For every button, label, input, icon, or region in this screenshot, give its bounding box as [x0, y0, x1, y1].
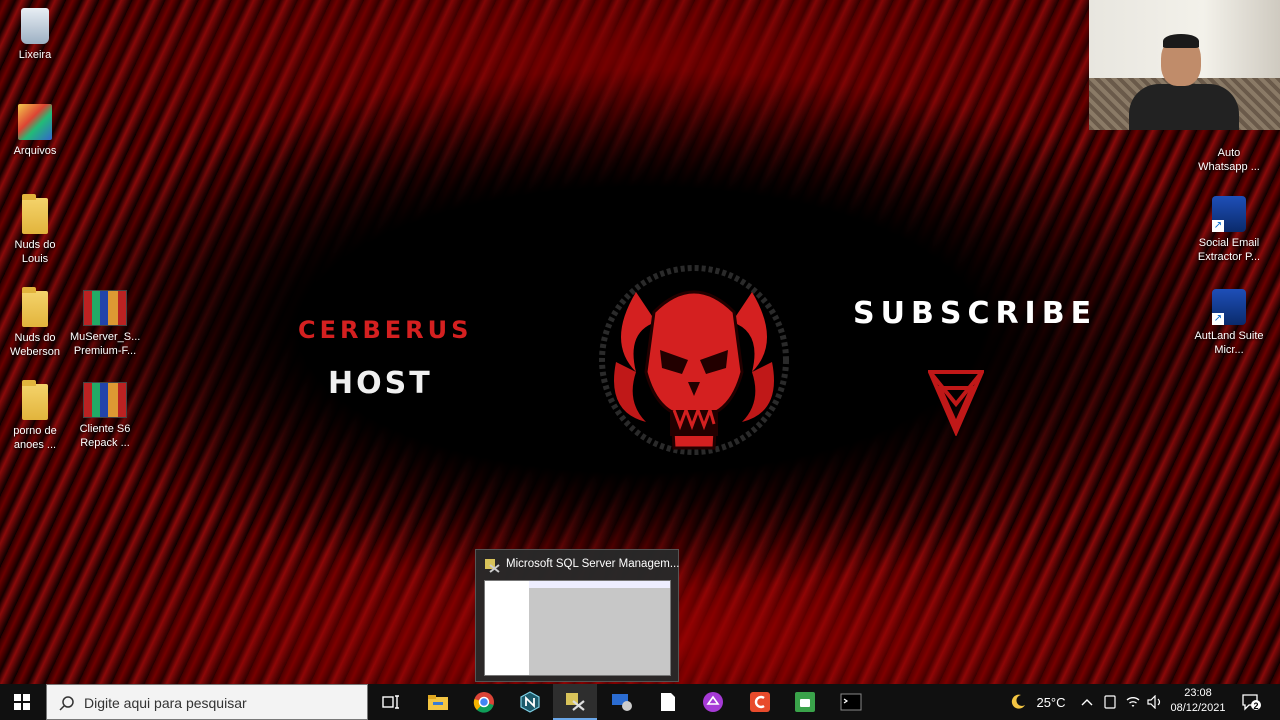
wallpaper-brand-line2: HOST: [328, 366, 433, 401]
desktop-icon-label: Nuds do Louis: [14, 239, 56, 265]
app-purple-icon: [703, 692, 723, 712]
clock-time: 23:08: [1184, 687, 1212, 699]
taskbar-search-box[interactable]: Digite aqui para pesquisar: [46, 684, 368, 720]
taskbar-app-notepad[interactable]: [646, 684, 690, 720]
task-view-icon: [382, 695, 399, 709]
weather-widget-icon-area[interactable]: [1004, 684, 1032, 720]
desktop-icon-label: porno de anoes ...: [13, 425, 57, 451]
chrome-icon: [473, 692, 494, 713]
desktop-icon-folder[interactable]: Nuds do Louis: [0, 194, 70, 266]
app-n-icon: [520, 691, 540, 713]
android-icon: [795, 692, 815, 712]
desktop-icon-autland-suite[interactable]: AutLand Suite Micr...: [1194, 289, 1264, 357]
shortcut-app-icon: [1212, 289, 1246, 325]
winrar-icon: [83, 290, 127, 326]
desktop-icon-recycle-bin[interactable]: Lixeira: [0, 8, 70, 62]
clock-date: 08/12/2021: [1170, 702, 1226, 714]
taskbar-app-terminal[interactable]: [829, 684, 873, 720]
recycle-bin-icon: [21, 8, 49, 44]
desktop-icon-auto-whatsapp[interactable]: Auto Whatsapp ...: [1194, 132, 1264, 174]
tray-network[interactable]: [1122, 684, 1144, 720]
tray-device-icon[interactable]: [1099, 684, 1121, 720]
desktop-icon-label: Arquivos: [13, 145, 57, 157]
folder-icon: [22, 194, 48, 234]
thumbnail-window-preview: [484, 580, 671, 676]
taskbar-app-android[interactable]: [783, 684, 827, 720]
terminal-icon: [840, 693, 862, 711]
desktop: Lixeira Arquivos Nuds do Louis Nuds do W…: [0, 0, 1280, 684]
desktop-icon-folder[interactable]: porno de anoes ...: [0, 380, 70, 452]
weather-temperature[interactable]: 25°C: [1032, 684, 1070, 720]
triangle-logo-icon: [928, 370, 984, 436]
desktop-icon-label: AutLand Suite Micr...: [1194, 330, 1264, 356]
search-placeholder: Digite aqui para pesquisar: [84, 695, 247, 711]
notepad-icon: [661, 693, 675, 711]
app-c-icon: [750, 692, 770, 712]
desktop-icon-label: Lixeira: [18, 49, 52, 61]
tray-volume[interactable]: [1144, 684, 1166, 720]
taskbar-app-sql-server[interactable]: [553, 684, 597, 720]
desktop-icon-arquivos[interactable]: Arquivos: [0, 104, 70, 158]
desktop-icon-folder[interactable]: Nuds do Weberson: [0, 287, 70, 359]
desktop-icon-label: Auto Whatsapp ...: [1198, 147, 1260, 173]
taskbar-app-remote-desktop[interactable]: [600, 684, 644, 720]
moon-weather-icon: [1011, 694, 1025, 709]
start-button[interactable]: [0, 684, 44, 720]
winrar-icon: [83, 382, 127, 418]
taskbar-clock[interactable]: 23:08 08/12/2021: [1166, 686, 1230, 716]
task-view-button[interactable]: [369, 684, 413, 720]
folder-icon: [22, 380, 48, 420]
notification-count-badge: 2: [1253, 701, 1259, 711]
desktop-icon-label: MuServer_S... Premium-F...: [70, 331, 141, 357]
taskbar-app-chrome[interactable]: [462, 684, 506, 720]
search-icon: [59, 696, 74, 711]
taskbar-app-n[interactable]: [508, 684, 552, 720]
taskbar-app-purple[interactable]: [691, 684, 735, 720]
wallpaper-brand-line1: CERBERUS: [298, 316, 473, 344]
folder-icon: [22, 287, 48, 327]
wifi-icon: [1126, 697, 1140, 707]
desktop-icon-label: Nuds do Weberson: [10, 332, 60, 358]
webcam-person-hair: [1163, 34, 1199, 48]
remote-desktop-icon: [612, 694, 632, 711]
sql-server-management-icon: [485, 559, 500, 573]
desktop-icon-winrar[interactable]: Cliente S6 Repack ...: [70, 382, 140, 450]
desktop-icon-winrar[interactable]: MuServer_S... Premium-F...: [70, 290, 140, 358]
chevron-up-icon: [1081, 699, 1093, 706]
sql-server-management-icon: [566, 693, 585, 711]
wallpaper-subscribe-text: SUBSCRIBE: [853, 296, 1098, 331]
taskbar-app-c[interactable]: [738, 684, 782, 720]
thumbnail-title: Microsoft SQL Server Managem...: [506, 558, 680, 570]
file-explorer-icon: [428, 695, 448, 710]
windows-logo-icon: [14, 694, 30, 710]
webcam-person-shirt: [1129, 84, 1239, 130]
taskbar-app-file-explorer[interactable]: [416, 684, 460, 720]
speaker-icon: [1147, 695, 1161, 709]
preview-object-explorer: [485, 581, 529, 675]
desktop-icon-label: Social Email Extractor P...: [1197, 237, 1261, 263]
taskbar: Digite aqui para pesquisar 25°C 23:08 08…: [0, 684, 1280, 720]
taskbar-thumbnail-preview[interactable]: Microsoft SQL Server Managem...: [475, 549, 679, 682]
webcam-overlay: [1089, 0, 1280, 130]
demon-skull-icon: [599, 265, 789, 455]
archive-icon: [18, 104, 52, 140]
tray-show-hidden-icons[interactable]: [1076, 684, 1098, 720]
device-icon: [1104, 695, 1116, 709]
notification-center-button[interactable]: 2: [1238, 684, 1264, 720]
desktop-icon-label: Cliente S6 Repack ...: [79, 423, 131, 449]
desktop-icon-social-email-extractor[interactable]: Social Email Extractor P...: [1194, 196, 1264, 264]
shortcut-app-icon: [1212, 196, 1246, 232]
